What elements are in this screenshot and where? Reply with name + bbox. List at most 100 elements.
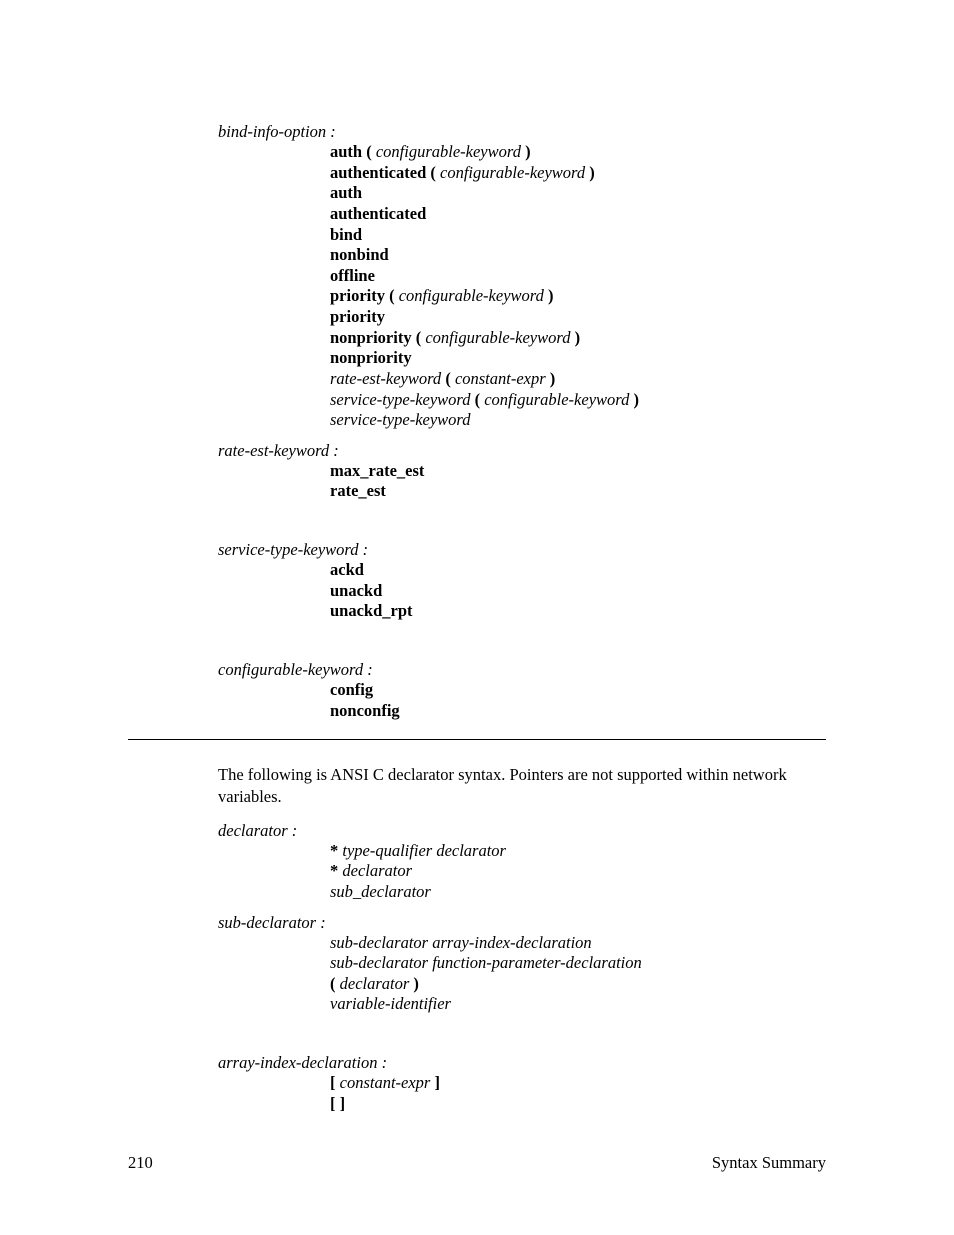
syntax-alternative: [ ] bbox=[330, 1094, 826, 1115]
nonterminal-token: configurable-keyword bbox=[484, 390, 629, 409]
keyword-token: auth bbox=[330, 183, 362, 202]
nonterminal-token: declarator bbox=[342, 861, 412, 880]
alt-list-rate-est-keyword: max_rate_estrate_est bbox=[330, 461, 826, 502]
nonterminal-token: constant-expr bbox=[340, 1073, 431, 1092]
syntax-alternative: auth bbox=[330, 183, 826, 204]
alt-list-declarator: * type-qualifier declarator* declarators… bbox=[330, 841, 826, 903]
syntax-alternative: ( declarator ) bbox=[330, 974, 826, 995]
keyword-token: nonpriority ( bbox=[330, 328, 421, 347]
content-area-2: The following is ANSI C declarator synta… bbox=[218, 764, 826, 1114]
syntax-alternative: [ constant-expr ] bbox=[330, 1073, 826, 1094]
syntax-alternative: unackd bbox=[330, 581, 826, 602]
nonterminal-token: configurable-keyword bbox=[425, 328, 570, 347]
rule-head-declarator: declarator : bbox=[218, 821, 826, 841]
keyword-token: * bbox=[330, 841, 338, 860]
syntax-alternative: bind bbox=[330, 225, 826, 246]
footer-title: Syntax Summary bbox=[712, 1153, 826, 1173]
keyword-token: rate_est bbox=[330, 481, 386, 500]
keyword-token: auth ( bbox=[330, 142, 372, 161]
alt-list-sub-declarator: sub-declarator array-index-declarationsu… bbox=[330, 933, 826, 1016]
nonterminal-token: sub_declarator bbox=[330, 882, 431, 901]
keyword-token: ) bbox=[589, 163, 595, 182]
rule-head-sub-declarator: sub-declarator : bbox=[218, 913, 826, 933]
rule-head-bind-info-option: bind-info-option : bbox=[218, 122, 826, 142]
nonterminal-token: type-qualifier bbox=[342, 841, 432, 860]
keyword-token: ) bbox=[575, 328, 581, 347]
syntax-alternative: authenticated bbox=[330, 204, 826, 225]
keyword-token: offline bbox=[330, 266, 375, 285]
syntax-alternative: nonpriority ( configurable-keyword ) bbox=[330, 328, 826, 349]
syntax-alternative: offline bbox=[330, 266, 826, 287]
syntax-alternative: nonbind bbox=[330, 245, 826, 266]
syntax-alternative: * declarator bbox=[330, 861, 826, 882]
keyword-token: nonpriority bbox=[330, 348, 412, 367]
keyword-token: ( bbox=[330, 974, 336, 993]
rule-head-service-type-keyword: service-type-keyword : bbox=[218, 540, 826, 560]
nonterminal-token: declarator bbox=[436, 841, 506, 860]
syntax-alternative: sub-declarator array-index-declaration bbox=[330, 933, 826, 954]
syntax-alternative: nonpriority bbox=[330, 348, 826, 369]
nonterminal-token: sub-declarator bbox=[330, 933, 428, 952]
alt-list-array-index-declaration: [ constant-expr ][ ] bbox=[330, 1073, 826, 1114]
syntax-alternative: * type-qualifier declarator bbox=[330, 841, 826, 862]
keyword-token: ) bbox=[548, 286, 554, 305]
keyword-token: max_rate_est bbox=[330, 461, 424, 480]
keyword-token: unackd bbox=[330, 581, 382, 600]
syntax-alternative: sub_declarator bbox=[330, 882, 826, 903]
nonterminal-token: constant-expr bbox=[455, 369, 546, 388]
keyword-token: authenticated ( bbox=[330, 163, 436, 182]
syntax-alternative: unackd_rpt bbox=[330, 601, 826, 622]
keyword-token: ( bbox=[445, 369, 451, 388]
syntax-alternative: max_rate_est bbox=[330, 461, 826, 482]
keyword-token: unackd_rpt bbox=[330, 601, 413, 620]
nonterminal-token: sub-declarator bbox=[330, 953, 428, 972]
keyword-token: config bbox=[330, 680, 373, 699]
keyword-token: nonconfig bbox=[330, 701, 400, 720]
nonterminal-token: array-index-declaration bbox=[432, 933, 591, 952]
keyword-token: ) bbox=[550, 369, 556, 388]
syntax-alternative: nonconfig bbox=[330, 701, 826, 722]
syntax-alternative: ackd bbox=[330, 560, 826, 581]
section-divider bbox=[128, 739, 826, 740]
keyword-token: ) bbox=[413, 974, 419, 993]
keyword-token: nonbind bbox=[330, 245, 389, 264]
nonterminal-token: rate-est-keyword bbox=[330, 369, 441, 388]
keyword-token: authenticated bbox=[330, 204, 426, 223]
nonterminal-token: configurable-keyword bbox=[376, 142, 521, 161]
nonterminal-token: service-type-keyword bbox=[330, 390, 470, 409]
keyword-token: priority bbox=[330, 307, 385, 326]
intro-paragraph: The following is ANSI C declarator synta… bbox=[218, 764, 826, 809]
syntax-alternative: auth ( configurable-keyword ) bbox=[330, 142, 826, 163]
alt-list-configurable-keyword: config nonconfig bbox=[330, 680, 826, 721]
keyword-token: bind bbox=[330, 225, 362, 244]
syntax-alternative: priority bbox=[330, 307, 826, 328]
syntax-alternative: config bbox=[330, 680, 826, 701]
rule-head-rate-est-keyword: rate-est-keyword : bbox=[218, 441, 826, 461]
content-area: bind-info-option : auth ( configurable-k… bbox=[218, 122, 826, 721]
syntax-alternative: service-type-keyword ( configurable-keyw… bbox=[330, 390, 826, 411]
page-footer: 210 Syntax Summary bbox=[128, 1153, 826, 1173]
syntax-alternative: rate_est bbox=[330, 481, 826, 502]
nonterminal-token: configurable-keyword bbox=[440, 163, 585, 182]
syntax-alternative: sub-declarator function-parameter-declar… bbox=[330, 953, 826, 974]
keyword-token: ) bbox=[633, 390, 639, 409]
rule-head-configurable-keyword: configurable-keyword : bbox=[218, 660, 826, 680]
nonterminal-token: service-type-keyword bbox=[330, 410, 470, 429]
keyword-token: ) bbox=[525, 142, 531, 161]
syntax-alternative: authenticated ( configurable-keyword ) bbox=[330, 163, 826, 184]
nonterminal-token: variable-identifier bbox=[330, 994, 451, 1013]
alt-list-bind-info-option: auth ( configurable-keyword )authenticat… bbox=[330, 142, 826, 431]
rule-head-array-index-declaration: array-index-declaration : bbox=[218, 1053, 826, 1073]
syntax-alternative: priority ( configurable-keyword ) bbox=[330, 286, 826, 307]
keyword-token: ( bbox=[475, 390, 481, 409]
syntax-alternative: rate-est-keyword ( constant-expr ) bbox=[330, 369, 826, 390]
nonterminal-token: configurable-keyword bbox=[399, 286, 544, 305]
keyword-token: [ ] bbox=[330, 1094, 345, 1113]
alt-list-service-type-keyword: ackdunackdunackd_rpt bbox=[330, 560, 826, 622]
keyword-token: ] bbox=[434, 1073, 440, 1092]
syntax-alternative: variable-identifier bbox=[330, 994, 826, 1015]
keyword-token: * bbox=[330, 861, 338, 880]
keyword-token: priority ( bbox=[330, 286, 395, 305]
page-number: 210 bbox=[128, 1153, 153, 1173]
syntax-alternative: service-type-keyword bbox=[330, 410, 826, 431]
